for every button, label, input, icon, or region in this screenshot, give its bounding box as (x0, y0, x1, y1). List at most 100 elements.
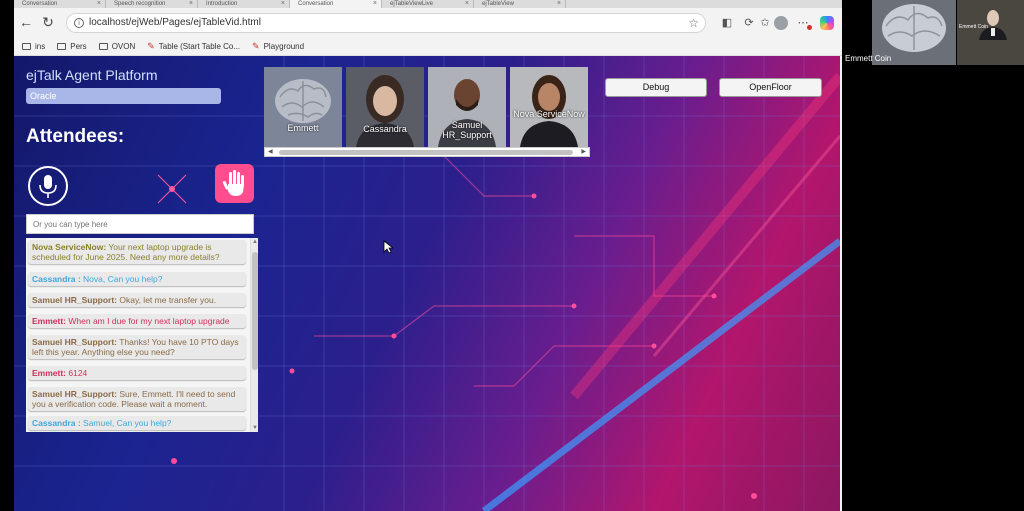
bookmark-folder-ovon[interactable]: OVON (98, 41, 136, 51)
bookmarks-bar: ins Pers OVON ✎ Table (Start Table Co... … (14, 37, 842, 56)
bookmark-label: Pers (70, 41, 87, 51)
message-speaker: Nova ServiceNow: (32, 242, 107, 252)
bookmark-playground[interactable]: ✎ Playground (252, 41, 304, 52)
close-icon[interactable]: × (281, 0, 285, 7)
info-icon[interactable]: i (74, 18, 84, 28)
avatar-card-cassandra[interactable]: Cassandra (346, 67, 424, 147)
tab-label: Conversation (298, 1, 334, 7)
browser-toolbar: ← ↻ i localhost/ejWeb/Pages/ejTableVid.h… (14, 8, 842, 37)
bookmark-folder-pers[interactable]: Pers (57, 41, 87, 51)
tab-label: ejTableViewLive (390, 1, 433, 7)
close-icon[interactable]: × (373, 0, 377, 7)
avatar-name: Emmett (287, 123, 319, 133)
chat-message: Samuel HR_Support: Okay, let me transfer… (28, 293, 246, 307)
close-icon[interactable]: × (465, 0, 469, 7)
raise-hand-button[interactable] (215, 164, 254, 203)
close-icon[interactable]: × (189, 0, 193, 7)
message-speaker: Samuel HR_Support: (32, 389, 118, 399)
app-page: ejTalk Agent Platform Oracle Attendees: (14, 56, 840, 511)
tab-label: Conversation (22, 1, 58, 7)
bookmark-table[interactable]: ✎ Table (Start Table Co... (147, 41, 240, 52)
screen: Conversation × Speech recognition × Introd… (0, 0, 1024, 511)
brain-icon (275, 79, 331, 123)
video-participant-name: Emmett Coin (845, 54, 892, 63)
notification-badge (807, 25, 812, 30)
favorites-icon[interactable]: ✩ (758, 16, 772, 30)
chat-scrollbar[interactable]: ▲ ▼ (250, 238, 258, 432)
chat-message: Emmett: When am I due for my next laptop… (28, 314, 246, 328)
message-text: Nova, Can you help? (80, 274, 163, 284)
microphone-icon (39, 175, 57, 198)
bookmark-label: ins (35, 41, 46, 51)
folder-icon (22, 42, 31, 50)
scroll-thumb[interactable] (279, 150, 573, 155)
chat-message: Nova ServiceNow: Your next laptop upgrad… (28, 240, 246, 264)
extensions-icon[interactable]: ⟳ (742, 16, 756, 30)
app-title: ejTalk Agent Platform (26, 67, 158, 83)
message-speaker: Samuel HR_Support: (32, 295, 118, 305)
bookmark-icon: ✎ (147, 40, 155, 51)
browser-window: Conversation × Speech recognition × Introd… (14, 0, 842, 511)
bookmark-label: Table (Start Table Co... (158, 41, 241, 51)
message-text: When am I due for my next laptop upgrade (66, 316, 230, 326)
message-speaker: Cassandra : (32, 274, 81, 284)
back-arrow-icon[interactable]: ← (18, 14, 34, 30)
avatar-name: Samuel HR_Support (442, 120, 492, 140)
bookmark-icon: ✎ (252, 40, 260, 51)
avatar-strip-scrollbar[interactable]: ◀ ▶ (264, 147, 590, 157)
close-icon[interactable]: × (97, 0, 101, 7)
video-tile-label: Emmett Coin (959, 24, 988, 30)
chat-message: Emmett: 6124 (28, 366, 246, 380)
split-screen-icon[interactable]: ◧ (720, 16, 734, 30)
browser-tab-0[interactable]: Conversation × (14, 0, 106, 8)
mouse-cursor-icon (383, 240, 393, 254)
bookmark-label: OVON (111, 41, 136, 51)
browser-tab-5[interactable]: ejTableView × (474, 0, 566, 8)
org-selector[interactable]: Oracle (26, 88, 221, 104)
chat-input[interactable] (26, 214, 254, 234)
chat-message: Samuel HR_Support: Sure, Emmett. I'll ne… (28, 387, 246, 411)
person-icon (356, 75, 414, 147)
bookmark-folder-ins[interactable]: ins (22, 42, 45, 51)
avatar-name: Nova ServiceNow (513, 109, 585, 119)
copilot-icon[interactable] (820, 16, 834, 30)
person-icon (520, 75, 578, 147)
browser-tab-4[interactable]: ejTableViewLive × (382, 0, 474, 8)
scroll-up-icon[interactable]: ▲ (251, 239, 258, 245)
person-icon (957, 0, 1024, 65)
bookmark-label: Playground (263, 41, 305, 51)
hand-icon (222, 170, 244, 196)
browser-tab-3[interactable]: Conversation × (290, 0, 382, 8)
scroll-left-icon[interactable]: ◀ (268, 148, 273, 156)
browser-tab-2[interactable]: Introduction × (198, 0, 290, 8)
message-speaker: Cassandra : (32, 418, 81, 428)
address-bar[interactable]: i localhost/ejWeb/Pages/ejTableVid.html … (66, 13, 706, 33)
scroll-down-icon[interactable]: ▼ (251, 425, 258, 431)
address-text: localhost/ejWeb/Pages/ejTableVid.html (89, 17, 261, 28)
scroll-right-icon[interactable]: ▶ (581, 148, 586, 156)
microphone-button[interactable] (28, 166, 68, 206)
star-icon[interactable]: ☆ (688, 14, 699, 32)
message-text: Okay, let me transfer you. (117, 295, 217, 305)
reload-icon[interactable]: ↻ (40, 14, 56, 30)
message-speaker: Emmett: (32, 368, 67, 378)
folder-icon (98, 42, 108, 50)
message-speaker: Emmett: (32, 316, 67, 326)
debug-button[interactable]: Debug (605, 78, 707, 97)
openfloor-button[interactable]: OpenFloor (719, 78, 822, 97)
scroll-thumb[interactable] (252, 252, 258, 370)
video-tile-participant[interactable]: Emmett Coin (957, 0, 1024, 65)
profile-avatar-icon[interactable] (774, 16, 788, 30)
browser-tab-1[interactable]: Speech recognition × (106, 0, 198, 8)
avatar-card-emmett[interactable]: Emmett (264, 67, 342, 147)
tab-strip: Conversation × Speech recognition × Introd… (14, 0, 842, 8)
avatar-card-nova[interactable]: Nova ServiceNow (510, 67, 588, 147)
chat-message: Cassandra : Samuel, Can you help? (28, 416, 246, 430)
avatar-card-samuel[interactable]: Samuel HR_Support (428, 67, 506, 147)
avatar-strip: Emmett Cassandra Samuel HR_Support Nova … (264, 67, 590, 147)
close-icon[interactable]: × (557, 0, 561, 7)
chat-log[interactable]: Nova ServiceNow: Your next laptop upgrad… (26, 238, 258, 432)
network-icon (157, 174, 187, 204)
chat-message: Samuel HR_Support: Thanks! You have 10 P… (28, 335, 246, 359)
message-text: Samuel, Can you help? (80, 418, 172, 428)
